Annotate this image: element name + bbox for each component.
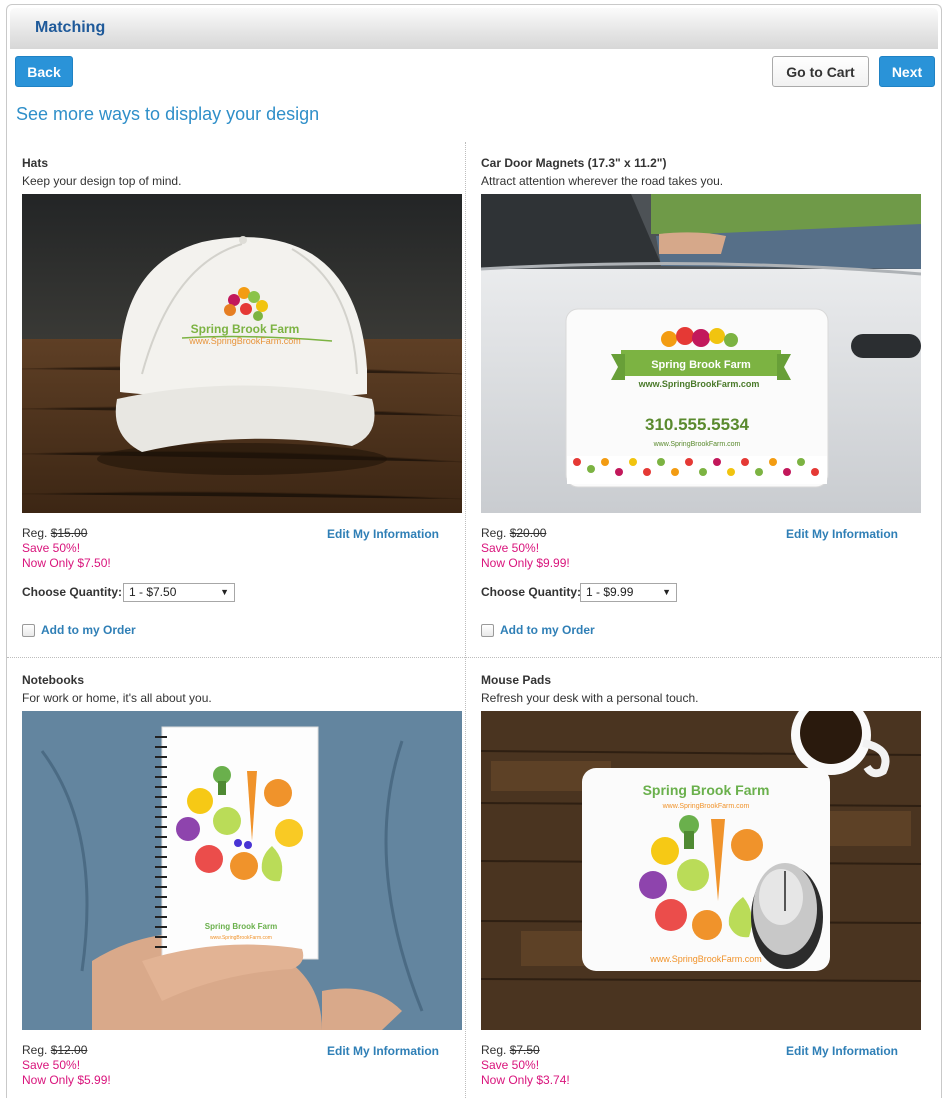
product-name: Hats xyxy=(22,156,49,170)
edit-info-link[interactable]: Edit My Information xyxy=(327,1044,439,1058)
edit-info-link[interactable]: Edit My Information xyxy=(786,527,898,541)
grid-divider-horizontal xyxy=(7,657,941,658)
matching-panel: Matching Back Go to Cart Next See more w… xyxy=(6,4,942,1098)
product-description: Attract attention wherever the road take… xyxy=(481,174,724,188)
mouse-pad-illustration: Spring Brook Farm www.SpringBrookFarm.co… xyxy=(481,711,921,1030)
product-card-mouse-pads: Mouse Pads Refresh your desk with a pers… xyxy=(481,673,921,1087)
add-to-order-checkbox[interactable] xyxy=(481,624,494,637)
quantity-label: Choose Quantity: xyxy=(22,585,123,599)
add-to-order-checkbox[interactable] xyxy=(22,624,35,637)
product-name: Mouse Pads xyxy=(481,673,552,687)
notebook-url-text: www.SpringBrookFarm.com xyxy=(210,935,272,941)
sale-price: Now Only $5.99! xyxy=(22,1073,111,1087)
dropdown-arrow-icon: ▼ xyxy=(220,587,229,597)
regular-price: $15.00 xyxy=(50,526,88,540)
magnet-brand-text: Spring Brook Farm xyxy=(651,359,751,371)
next-button[interactable]: Next xyxy=(879,56,935,87)
quantity-select[interactable]: 1 - $7.50 ▼ xyxy=(123,583,235,602)
price-block: Reg. $12.00 Save 50%! Now Only $5.99! xyxy=(22,1043,111,1088)
quantity-value: 1 - $9.99 xyxy=(586,585,634,599)
section-subtitle: See more ways to display your design xyxy=(16,104,320,124)
magnet-url-text: www.SpringBrookFarm.com xyxy=(638,379,760,389)
price-block: Reg. $7.50 Save 50%! Now Only $3.74! xyxy=(481,1043,570,1088)
add-to-order-label[interactable]: Add to my Order xyxy=(41,623,136,637)
regular-price: $7.50 xyxy=(509,1043,540,1057)
hat-product-image[interactable]: Spring Brook Farm www.SpringBrookFarm.co… xyxy=(22,194,462,513)
sale-price: Now Only $9.99! xyxy=(481,556,570,570)
notebook-brand-text: Spring Brook Farm xyxy=(205,922,277,931)
save-text: Save 50%! xyxy=(481,1058,540,1072)
mousepad-url2-text: www.SpringBrookFarm.com xyxy=(649,954,762,964)
hat-brand-text: Spring Brook Farm xyxy=(191,322,300,336)
save-text: Save 50%! xyxy=(481,541,540,555)
reg-label: Reg. xyxy=(22,1043,48,1057)
back-button[interactable]: Back xyxy=(15,56,73,87)
magnet-url2-text: www.SpringBrookFarm.com xyxy=(653,441,741,448)
product-description: Keep your design top of mind. xyxy=(22,174,182,188)
price-block: Reg. $15.00 Save 50%! Now Only $7.50! xyxy=(22,526,111,571)
dropdown-arrow-icon: ▼ xyxy=(662,587,671,597)
panel-title: Matching xyxy=(35,19,106,36)
quantity-label: Choose Quantity: xyxy=(481,585,582,599)
car-magnet-illustration: Spring Brook Farm www.SpringBrookFarm.co… xyxy=(481,194,921,513)
reg-label: Reg. xyxy=(481,526,507,540)
magnet-phone-text: 310.555.5534 xyxy=(645,415,750,434)
go-to-cart-button[interactable]: Go to Cart xyxy=(772,56,869,87)
product-card-car-magnets: Car Door Magnets (17.3" x 11.2") Attract… xyxy=(481,156,921,637)
hat-url-text: www.SpringBrookFarm.com xyxy=(188,336,301,346)
notebook-illustration: Spring Brook Farm www.SpringBrookFarm.co… xyxy=(22,711,462,1030)
reg-label: Reg. xyxy=(22,526,48,540)
sale-price: Now Only $3.74! xyxy=(481,1073,570,1087)
product-name: Notebooks xyxy=(22,673,85,687)
sale-price: Now Only $7.50! xyxy=(22,556,111,570)
product-description: Refresh your desk with a personal touch. xyxy=(481,691,699,705)
reg-label: Reg. xyxy=(481,1043,507,1057)
save-text: Save 50%! xyxy=(22,1058,81,1072)
car-magnet-product-image[interactable]: Spring Brook Farm www.SpringBrookFarm.co… xyxy=(481,194,921,513)
grid-divider-vertical xyxy=(465,142,466,1098)
product-card-hats: Hats Keep your design top of mind. Sprin… xyxy=(22,156,462,637)
notebook-product-image[interactable]: Spring Brook Farm www.SpringBrookFarm.co… xyxy=(22,711,462,1030)
mouse-pad-product-image[interactable]: Spring Brook Farm www.SpringBrookFarm.co… xyxy=(481,711,921,1030)
regular-price: $20.00 xyxy=(509,526,547,540)
save-text: Save 50%! xyxy=(22,541,81,555)
add-to-order-label[interactable]: Add to my Order xyxy=(500,623,595,637)
edit-info-link[interactable]: Edit My Information xyxy=(327,527,439,541)
panel-header: Matching xyxy=(10,8,938,49)
mousepad-url-text: www.SpringBrookFarm.com xyxy=(662,803,750,810)
product-name: Car Door Magnets (17.3" x 11.2") xyxy=(481,156,667,170)
mousepad-brand-text: Spring Brook Farm xyxy=(643,782,770,798)
regular-price: $12.00 xyxy=(50,1043,88,1057)
price-block: Reg. $20.00 Save 50%! Now Only $9.99! xyxy=(481,526,570,571)
edit-info-link[interactable]: Edit My Information xyxy=(786,1044,898,1058)
quantity-value: 1 - $7.50 xyxy=(129,585,177,599)
hat-illustration: Spring Brook Farm www.SpringBrookFarm.co… xyxy=(22,194,462,513)
product-card-notebooks: Notebooks For work or home, it's all abo… xyxy=(22,673,462,1087)
quantity-select[interactable]: 1 - $9.99 ▼ xyxy=(580,583,677,602)
product-description: For work or home, it's all about you. xyxy=(22,691,212,705)
